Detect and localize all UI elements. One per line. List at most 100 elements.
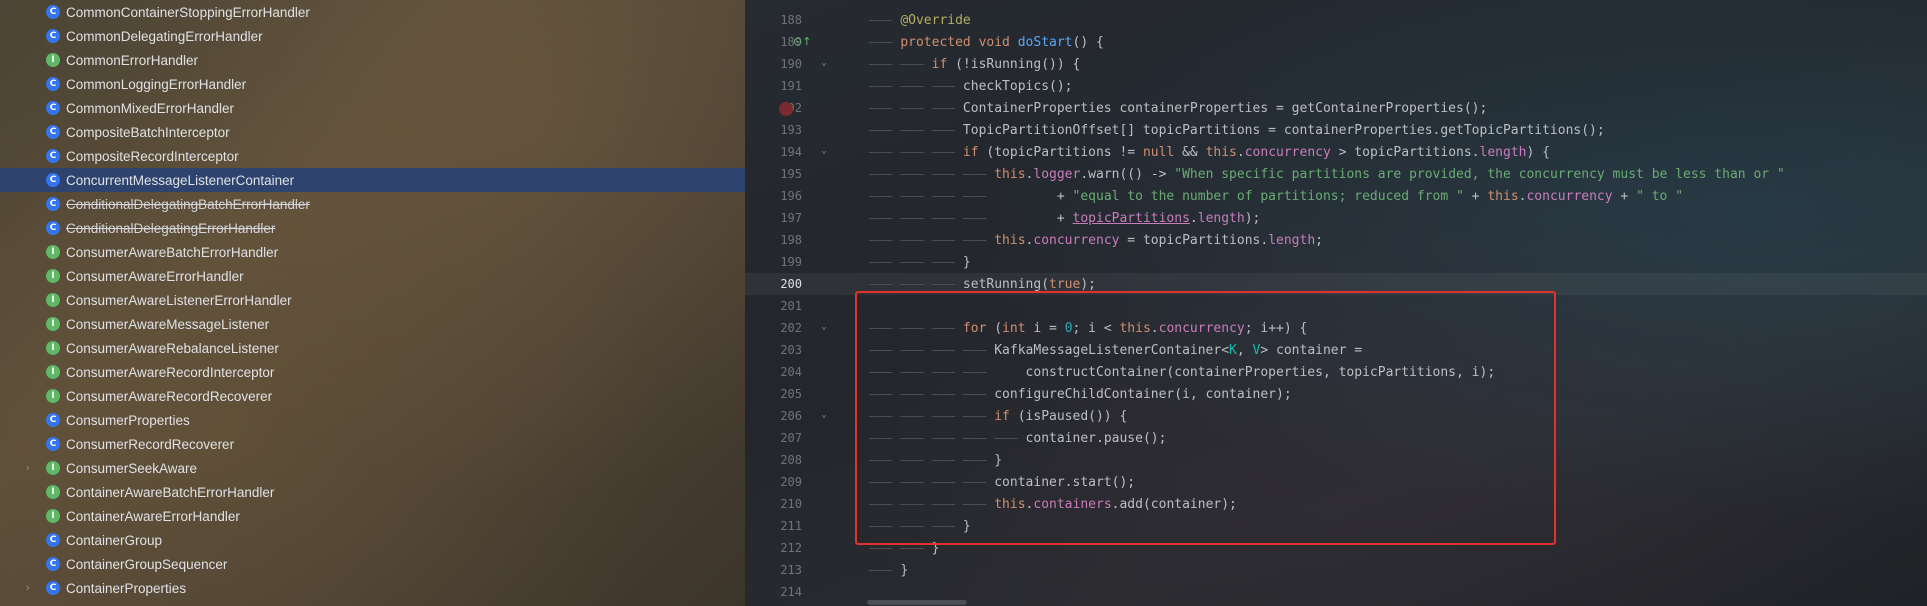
code-line[interactable]: 210 ——— ——— ——— ——— this.containers.add(c… xyxy=(745,493,1927,515)
code-line[interactable]: 207 ——— ——— ——— ——— ——— container.pause()… xyxy=(745,427,1927,449)
code-editor[interactable]: 188 ——— @Override 189 ——— protected void do… xyxy=(745,0,1927,606)
tree-item[interactable]: I ConsumerAwareErrorHandler xyxy=(0,264,745,288)
line-number: 212 xyxy=(780,541,802,555)
override-icon[interactable]: ⊙↑ xyxy=(793,35,811,48)
line-number: 204 xyxy=(780,365,802,379)
code-text: ——— ——— ——— for (int i = 0; i < this.con… xyxy=(869,321,1307,336)
code-text: ——— ——— ——— ——— if (isPaused()) { xyxy=(869,409,1127,424)
code-line[interactable]: 213 ——— } xyxy=(745,559,1927,581)
interface-icon: I xyxy=(46,293,60,307)
breakpoint-icon[interactable] xyxy=(779,102,793,116)
fold-icon[interactable]: ⌄ xyxy=(821,409,827,420)
code-content: if (topicPartitions != null && this.conc… xyxy=(962,144,1550,160)
code-text: ——— ——— ——— ——— KafkaMessageListenerCont… xyxy=(869,343,1362,358)
code-line[interactable]: 204 ——— ——— ——— ——— constructContainer(co… xyxy=(745,361,1927,383)
tree-item[interactable]: C ConditionalDelegatingErrorHandler xyxy=(0,216,745,240)
editor-horizontal-scrollbar[interactable] xyxy=(867,600,967,605)
code-line[interactable]: 209 ——— ——— ——— ——— container.start(); xyxy=(745,471,1927,493)
code-line[interactable]: 198 ——— ——— ——— ——— this.concurrency = to… xyxy=(745,229,1927,251)
project-tree: C CommonContainerStoppingErrorHandler C Com… xyxy=(0,0,745,606)
code-line[interactable]: 197 ——— ——— ——— ——— + topicPartitions.len… xyxy=(745,207,1927,229)
tree-item[interactable]: C ContainerGroup xyxy=(0,528,745,552)
tree-item-label: ConsumerAwareMessageListener xyxy=(66,316,270,332)
class-icon: C xyxy=(46,437,60,451)
code-text: ——— ——— ——— ——— this.containers.add(cont… xyxy=(869,497,1237,512)
tree-item[interactable]: I ContainerAwareBatchErrorHandler xyxy=(0,480,745,504)
code-line[interactable]: 194 ⌄ ——— ——— ——— if (topicPartitions != n… xyxy=(745,141,1927,163)
tree-item[interactable]: C CompositeRecordInterceptor xyxy=(0,144,745,168)
code-line[interactable]: 205 ——— ——— ——— ——— configureChildContain… xyxy=(745,383,1927,405)
code-line[interactable]: 190 ⌄ ——— ——— if (!isRunning()) { xyxy=(745,53,1927,75)
code-line[interactable]: 206 ⌄ ——— ——— ——— ——— if (isPaused()) { xyxy=(745,405,1927,427)
code-text: ——— ——— ——— ——— + topicPartitions.length… xyxy=(869,211,1260,226)
tree-item-label: ConsumerRecordRecoverer xyxy=(66,436,235,452)
code-line[interactable]: 189 ——— protected void doStart() { xyxy=(745,31,1927,53)
tree-item[interactable]: C CommonContainerStoppingErrorHandler xyxy=(0,0,745,24)
code-content: TopicPartitionOffset[] topicPartitions =… xyxy=(962,122,1605,138)
code-line[interactable]: 191 ——— ——— ——— checkTopics(); xyxy=(745,75,1927,97)
tree-item[interactable]: C ConcurrentMessageListenerContainer xyxy=(0,168,745,192)
code-line[interactable]: 193 ——— ——— ——— TopicPartitionOffset[] to… xyxy=(745,119,1927,141)
line-number: 200 xyxy=(780,277,802,291)
chevron-right-icon[interactable]: › xyxy=(26,461,36,475)
indent-guides: ——— ——— ——— xyxy=(869,78,963,94)
code-line[interactable]: 208 ——— ——— ——— ——— } xyxy=(745,449,1927,471)
tree-item[interactable]: I ConsumerAwareBatchErrorHandler xyxy=(0,240,745,264)
code-text: ——— ——— ——— if (topicPartitions != null … xyxy=(869,145,1550,160)
tree-item[interactable]: › I ConsumerSeekAware xyxy=(0,456,745,480)
tree-item[interactable]: I ConsumerAwareRebalanceListener xyxy=(0,336,745,360)
code-content: checkTopics(); xyxy=(962,78,1073,94)
code-line[interactable]: 195 ——— ——— ——— ——— this.logger.warn(() -… xyxy=(745,163,1927,185)
indent-guides: ——— xyxy=(869,12,901,28)
line-number: 207 xyxy=(780,431,802,445)
line-number: 197 xyxy=(780,211,802,225)
tree-item[interactable]: I ContainerAwareErrorHandler xyxy=(0,504,745,528)
tree-item[interactable]: C ConsumerRecordRecoverer xyxy=(0,432,745,456)
code-line[interactable]: 201 xyxy=(745,295,1927,317)
code-line[interactable]: 188 ——— @Override xyxy=(745,9,1927,31)
tree-item[interactable]: C CommonMixedErrorHandler xyxy=(0,96,745,120)
tree-item-label: ConditionalDelegatingBatchErrorHandler xyxy=(66,196,310,212)
tree-item-label: ContainerAwareBatchErrorHandler xyxy=(66,484,275,500)
tree-item[interactable]: C CommonLoggingErrorHandler xyxy=(0,72,745,96)
line-number: 199 xyxy=(780,255,802,269)
line-number: 194 xyxy=(780,145,802,159)
tree-item-label: ContainerGroup xyxy=(66,532,163,548)
code-content: constructContainer(containerProperties, … xyxy=(994,364,1496,380)
tree-item[interactable]: C ContainerGroupSequencer xyxy=(0,552,745,576)
code-text: ——— ——— } xyxy=(869,541,939,556)
tree-item[interactable]: I ConsumerAwareListenerErrorHandler xyxy=(0,288,745,312)
code-line[interactable]: 192 ——— ——— ——— ContainerProperties conta… xyxy=(745,97,1927,119)
class-icon: C xyxy=(46,5,60,19)
tree-item[interactable]: I CommonErrorHandler xyxy=(0,48,745,72)
code-line[interactable]: 202 ⌄ ——— ——— ——— for (int i = 0; i < this… xyxy=(745,317,1927,339)
tree-item[interactable]: I ConsumerAwareRecordRecoverer xyxy=(0,384,745,408)
tree-item[interactable]: › C ContainerProperties xyxy=(0,576,745,600)
code-text: ——— ——— ——— ——— } xyxy=(869,453,1002,468)
code-line[interactable]: 196 ——— ——— ——— ——— + "equal to the numbe… xyxy=(745,185,1927,207)
tree-item[interactable]: C CompositeBatchInterceptor xyxy=(0,120,745,144)
code-line[interactable]: 212 ——— ——— } xyxy=(745,537,1927,559)
tree-item-label: ConsumerAwareErrorHandler xyxy=(66,268,244,284)
tree-item[interactable]: I ConsumerAwareMessageListener xyxy=(0,312,745,336)
fold-icon[interactable]: ⌄ xyxy=(821,321,827,332)
code-content: + topicPartitions.length); xyxy=(994,210,1261,226)
tree-item[interactable]: C CommonDelegatingErrorHandler xyxy=(0,24,745,48)
tree-item[interactable]: C ConsumerProperties xyxy=(0,408,745,432)
tree-item-label: ContainerGroupSequencer xyxy=(66,556,228,572)
code-content: container.start(); xyxy=(994,474,1136,490)
tree-item[interactable]: I ConsumerAwareRecordInterceptor xyxy=(0,360,745,384)
code-content: if (isPaused()) { xyxy=(994,408,1128,424)
fold-icon[interactable]: ⌄ xyxy=(821,57,827,68)
code-line[interactable]: 203 ——— ——— ——— ——— KafkaMessageListenerC… xyxy=(745,339,1927,361)
code-content: this.logger.warn(() -> "When specific pa… xyxy=(994,166,1785,182)
indent-guides: ——— ——— ——— ——— xyxy=(869,408,995,424)
code-line[interactable]: 211 ——— ——— ——— } xyxy=(745,515,1927,537)
code-line[interactable]: 199 ——— ——— ——— } xyxy=(745,251,1927,273)
tree-item[interactable]: C ConditionalDelegatingBatchErrorHandler xyxy=(0,192,745,216)
code-line[interactable]: 200 ——— ——— ——— setRunning(true); xyxy=(745,273,1927,295)
chevron-right-icon[interactable]: › xyxy=(26,581,36,595)
code-content: this.concurrency = topicPartitions.lengt… xyxy=(994,232,1323,248)
line-number: 188 xyxy=(780,13,802,27)
fold-icon[interactable]: ⌄ xyxy=(821,145,827,156)
